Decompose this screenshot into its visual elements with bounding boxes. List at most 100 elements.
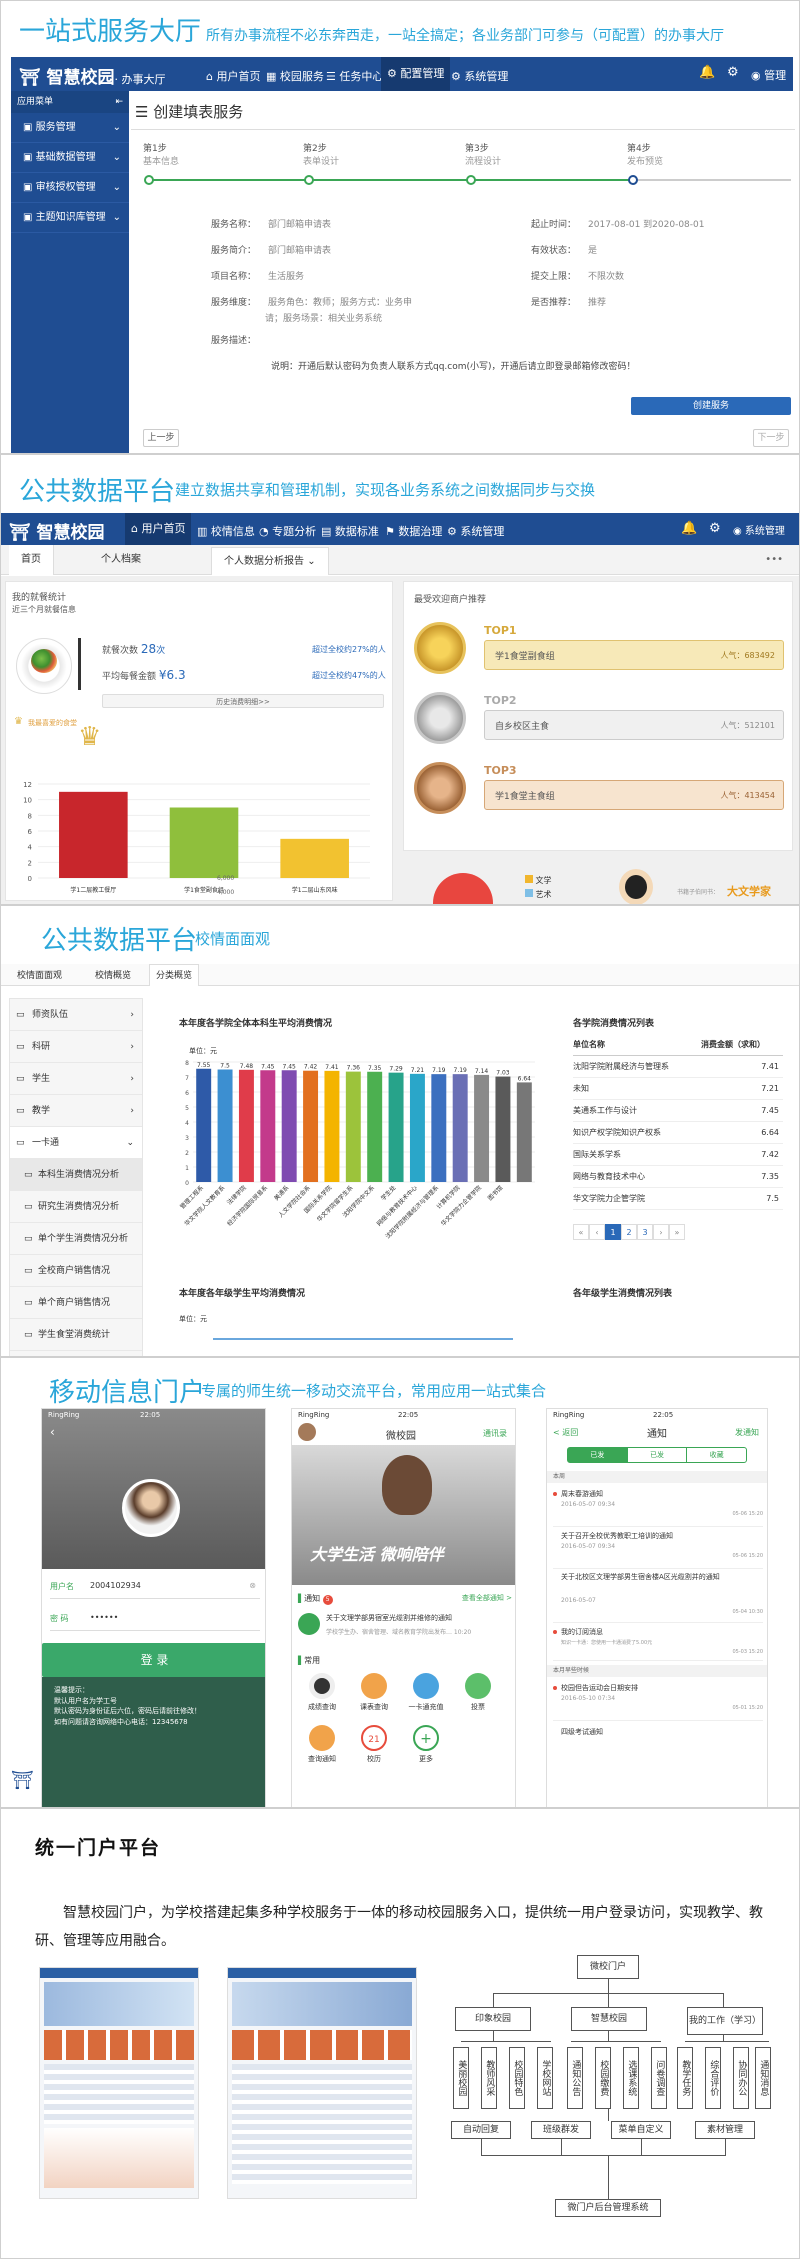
shot-banner [232,1982,412,2026]
app-notice[interactable]: 查询通知 [302,1725,342,1764]
sidebar-item-audit[interactable]: ▣ 审核授权管理 ⌄ [11,173,129,203]
table-row[interactable]: 网络与教育技术中心 7.35 [573,1166,783,1188]
nav-task-center[interactable]: ☰ 任务中心 [326,68,383,84]
send-notice-link[interactable]: 发通知 [735,1427,759,1438]
clear-icon[interactable]: ⊗ [249,1581,256,1590]
avatar[interactable]: ◉ 管理 [751,67,786,83]
x-tick-label: 图书馆 [486,1184,504,1202]
nav-config[interactable]: ⚙ 配置管理 [381,57,451,91]
section-data-platform: 公共数据平台 建立数据共享和管理机制，实现各业务系统之间数据同步与交换 ⛩ 智慧… [0,454,800,905]
nav-system[interactable]: ⚙ 系统管理 [451,68,508,84]
tree-subitem-grad[interactable]: ▭ 研究生消费情况分析 [10,1191,142,1223]
collapse-icon[interactable]: ⇤ [115,91,123,113]
nav-data-governance[interactable]: ⚑ 数据治理 [385,523,442,539]
notice-item[interactable]: 关于文理学部男宿室光缆割并维修的通知 学校学生办、宿舍管理、域名教育学院出发布…… [298,1609,512,1649]
table-row[interactable]: 沈阳学院附属经济与管理系 7.41 [573,1056,783,1078]
login-button[interactable]: 登 录 [42,1643,265,1677]
tab-home[interactable]: 首页 [9,545,54,575]
nav-system[interactable]: ⚙ 系统管理 [447,523,504,539]
tab-favorite[interactable]: 收藏 [686,1448,746,1462]
tree-item-faculty[interactable]: ▭ 师资队伍 › [10,999,142,1031]
page-next[interactable]: › [653,1224,669,1240]
list-item[interactable]: 校园但告运动会日期安排 2016-05-10 07:34 05-01 15:20 [553,1681,763,1721]
app-vote[interactable]: 投票 [458,1673,498,1712]
tab-sent[interactable]: 已发 [568,1448,627,1462]
sidebar-item-knowledge[interactable]: ▣ 主题知识库管理 ⌄ [11,203,129,233]
list-item[interactable]: 周末春游通知 2016-05-07 09:34 05-06 15:20 [553,1487,763,1527]
page-1[interactable]: 1 [605,1224,621,1240]
tab-summary[interactable]: 校情概览 [95,968,131,981]
logo[interactable]: ⛩ 智慧校园· 办事大厅 [19,63,166,88]
top1-row[interactable]: 学1食堂副食组 人气：683492 [484,640,784,670]
view-all-notices[interactable]: 查看全部通知 > [462,1593,512,1603]
username-field[interactable]: 2004102934 [90,1581,141,1590]
progress-line-rest [629,179,791,181]
avatar[interactable] [298,1423,316,1441]
logo[interactable]: ⛩ 智慧校园 [9,518,105,543]
avatar[interactable]: ◉ 系统管理 [733,522,785,537]
top2-row[interactable]: 自乡校区主食 人气：512101 [484,710,784,740]
tab-received[interactable]: 已发 [626,1448,687,1462]
page-2[interactable]: 2 [621,1224,637,1240]
tree-item-teaching[interactable]: ▭ 教学 › [10,1095,142,1127]
history-detail-button[interactable]: 历史消费明细>> [102,694,384,708]
back-icon[interactable]: ‹ [50,1425,55,1439]
password-field[interactable]: •••••• [90,1613,118,1622]
page-first[interactable]: « [573,1224,589,1240]
nav-home[interactable]: ⌂ 用户首页 [125,513,192,545]
bell-icon[interactable]: 🔔 [681,521,697,536]
settings-icon[interactable]: ⚙ [709,521,721,536]
list-item[interactable]: 关于召开全校优秀教职工培训的通知 2016-05-07 09:34 05-06 … [553,1529,763,1569]
nav-campus-service[interactable]: ▦ 校园服务 [266,68,324,84]
app-grades[interactable]: 成绩查询 [302,1673,342,1712]
tree-subitem-canteen[interactable]: ▭ 学生食堂消费统计 [10,1319,142,1351]
page-prev[interactable]: ‹ [589,1224,605,1240]
tree-subitem-single-student[interactable]: ▭ 单个学生消费情况分析 [10,1223,142,1255]
nav-topic-analysis[interactable]: ◔ 专题分析 [259,523,316,539]
sidebar-item-basic-data[interactable]: ▣ 基础数据管理 ⌄ [11,143,129,173]
app-calendar[interactable]: 21 校历 [354,1725,394,1764]
list-item[interactable]: 关于北校区文理学部男生宿舍楼A区光缆割并的通知 2016-05-07 05-04… [553,1571,763,1623]
table-row[interactable]: 华文学院力企管学院 7.5 [573,1188,783,1210]
tab-overview[interactable]: 校情面面观 [17,968,62,981]
app-more[interactable]: + 更多 [406,1725,446,1764]
tab-category[interactable]: 分类概览 [149,964,200,986]
tab-report[interactable]: 个人数据分析报告 ⌄ [211,547,329,575]
data-label: 7.45 [283,1063,297,1070]
contacts-link[interactable]: 通讯录 [483,1428,507,1439]
nav-campus-info[interactable]: ▥ 校情信息 [197,523,255,539]
page-3[interactable]: 3 [637,1224,653,1240]
table-row[interactable]: 未知 7.21 [573,1078,783,1100]
top3-medal-icon [414,762,466,814]
nav-home[interactable]: ⌂ 用户首页 [206,68,260,84]
create-service-button[interactable]: 创建服务 [631,397,791,415]
chevron-down-icon: ⌄ [126,1138,134,1148]
page-last[interactable]: » [669,1224,685,1240]
list-item[interactable]: 我的订阅消息 知识一卡通：您使用一卡通消费了5.00元 05-03 15:20 [553,1625,763,1661]
tab-profile[interactable]: 个人档案 [101,545,141,575]
tree-subitem-undergrad[interactable]: ▭ 本科生消费情况分析 [10,1159,142,1191]
tree-item-research[interactable]: ▭ 科研 › [10,1031,142,1063]
back-button[interactable]: < 返回 [553,1427,578,1438]
top3-row[interactable]: 学1食堂主食组 人气：413454 [484,780,784,810]
table-title: 各学院消费情况列表 [573,1019,655,1029]
tree-item-student[interactable]: ▭ 学生 › [10,1063,142,1095]
tree-item-card[interactable]: ▭ 一卡通 ⌄ [10,1127,142,1159]
sidebar-item-service[interactable]: ▣ 服务管理 ⌄ [11,113,129,143]
bell-icon[interactable]: 🔔 [699,65,715,80]
tree-subitem-merchant-sales[interactable]: ▭ 全校商户销售情况 [10,1255,142,1287]
next-step-button[interactable]: 下一步 [753,429,789,447]
app-card-recharge[interactable]: 一卡通充值 [406,1673,446,1712]
table-row[interactable]: 国际关系学系 7.42 [573,1144,783,1166]
settings-icon[interactable]: ⚙ [727,65,739,80]
table-row[interactable]: 美通系工作与设计 7.45 [573,1100,783,1122]
tree-subitem-single-merchant[interactable]: ▭ 单个商户销售情况 [10,1287,142,1319]
more-button[interactable]: ••• [765,545,783,575]
list-item[interactable]: 四级考试通知 [553,1723,763,1747]
prev-step-button[interactable]: 上一步 [143,429,179,447]
app-timetable[interactable]: 课表查询 [354,1673,394,1712]
banner[interactable]: 大学生活 微响陪伴 [292,1445,515,1585]
nav-data-standard[interactable]: ▤ 数据标准 [321,523,379,539]
x-tick-label: 华文学院力企管学院 [439,1184,483,1228]
table-row[interactable]: 知识产权学院知识产权系 6.64 [573,1122,783,1144]
